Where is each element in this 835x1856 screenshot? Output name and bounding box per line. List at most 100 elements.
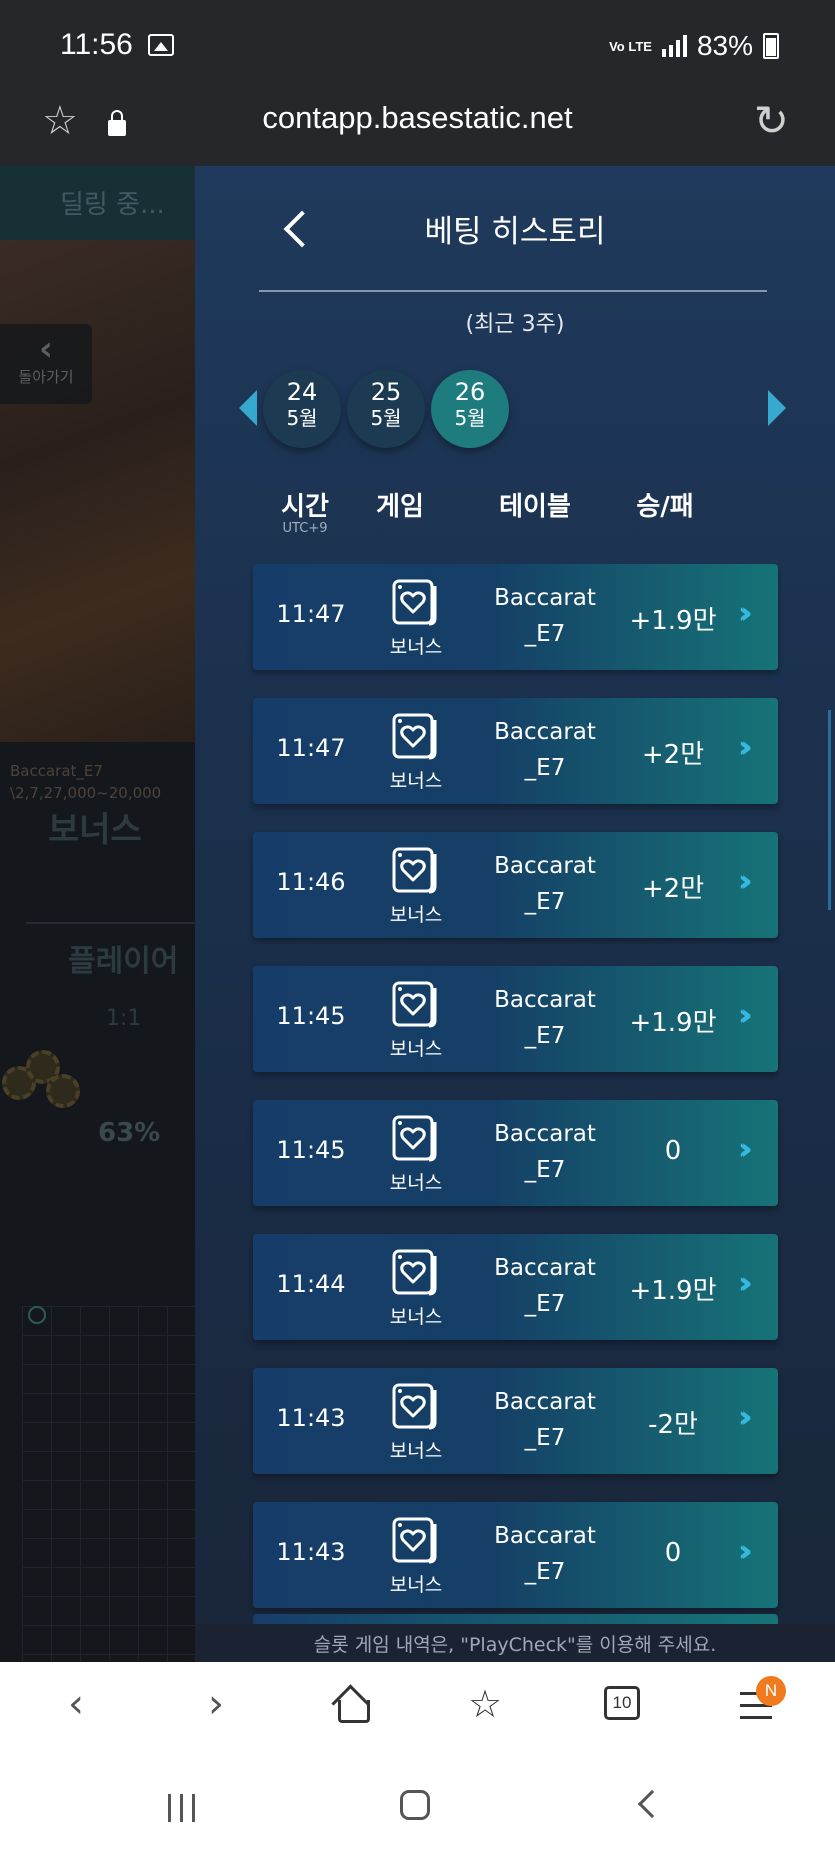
panel-footer-note: 슬롯 게임 내역은, "PlayCheck"를 이용해 주세요. — [195, 1624, 835, 1662]
card-heart-icon — [391, 712, 441, 762]
column-header-result: 승/패 — [636, 492, 694, 522]
bonus-label: 보너스 — [48, 810, 142, 850]
signal-strength-icon — [661, 35, 687, 57]
divider — [26, 922, 195, 924]
history-row[interactable]: 11:43 보너스 Baccarat _E7 -2만 ›› — [253, 1368, 778, 1474]
history-row[interactable]: 11:44 보너스 Baccarat _E7 +1.9만 ›› — [253, 1234, 778, 1340]
dealing-status: 딜링 중... — [60, 190, 165, 220]
history-row[interactable]: 11:45 보너스 Baccarat _E7 0 ›› — [253, 1100, 778, 1206]
date-prev-arrow-icon[interactable] — [239, 390, 257, 426]
row-table: Baccarat _E7 — [475, 1250, 615, 1322]
row-game: 보너스 — [389, 636, 443, 658]
row-result: 0 — [664, 1538, 682, 1568]
row-table-line2: _E7 — [524, 1425, 566, 1451]
row-time: 11:47 — [276, 734, 346, 762]
bookmarks-icon[interactable]: ☆ — [435, 1662, 535, 1746]
row-table-line1: Baccarat — [494, 585, 596, 611]
history-row[interactable]: 11:43 보너스 Baccarat _E7 0 ›› — [253, 1502, 778, 1608]
date-day: 25 — [370, 378, 402, 406]
table-caption-name: Baccarat_E7 — [10, 762, 103, 780]
bet-percent: 63% — [98, 1118, 161, 1148]
double-chevron-right-icon[interactable]: ›› — [738, 1132, 752, 1167]
browser-back-icon[interactable]: ‹ — [26, 1662, 126, 1746]
double-chevron-right-icon[interactable]: ›› — [738, 730, 752, 765]
row-table: Baccarat _E7 — [475, 848, 615, 920]
scrollbar[interactable] — [828, 710, 831, 910]
double-chevron-right-icon[interactable]: ›› — [738, 864, 752, 899]
card-heart-icon — [391, 578, 441, 628]
network-type-icon: Vo LTE — [609, 38, 652, 54]
row-table-line1: Baccarat — [494, 1255, 596, 1281]
chevron-left-icon: ‹ — [38, 329, 53, 369]
card-heart-icon — [391, 1382, 441, 1432]
double-chevron-right-icon[interactable]: ›› — [738, 1400, 752, 1435]
url-text[interactable]: contapp.basestatic.net — [0, 100, 835, 136]
row-result: +1.9만 — [629, 606, 717, 636]
row-table: Baccarat _E7 — [475, 982, 615, 1054]
date-pill-26[interactable]: 26 5월 — [431, 370, 509, 448]
row-time: 11:43 — [276, 1404, 346, 1432]
card-heart-icon — [391, 1516, 441, 1566]
column-header-time: 시간 — [281, 492, 329, 522]
date-day: 26 — [454, 378, 486, 406]
row-table-line2: _E7 — [524, 1157, 566, 1183]
double-chevron-right-icon[interactable]: ›› — [738, 1534, 752, 1569]
status-bar: 11:56 Vo LTE 83% — [0, 0, 835, 96]
double-chevron-right-icon[interactable]: ›› — [738, 1266, 752, 1301]
row-table: Baccarat _E7 — [475, 714, 615, 786]
home-icon[interactable] — [334, 1686, 370, 1723]
chips-icon — [2, 1046, 92, 1116]
system-home-icon[interactable] — [400, 1790, 430, 1820]
row-time: 11:45 — [276, 1002, 346, 1030]
row-time: 11:43 — [276, 1538, 346, 1566]
dealing-status-bar: 딜링 중... — [0, 166, 195, 240]
column-header-game: 게임 — [376, 492, 424, 522]
row-table-line1: Baccarat — [494, 1389, 596, 1415]
background-game-view: 딜링 중... ‹ 돌아가기 Baccarat_E7 \2,7,27,000~2… — [0, 166, 195, 1662]
row-table-line1: Baccarat — [494, 1121, 596, 1147]
status-indicators: Vo LTE 83% — [609, 30, 779, 62]
history-row[interactable]: 11:45 보너스 Baccarat _E7 +1.9만 ›› — [253, 966, 778, 1072]
row-result: +1.9만 — [629, 1276, 717, 1306]
date-next-arrow-icon[interactable] — [768, 390, 786, 426]
row-result: +2만 — [641, 740, 705, 770]
row-table-line1: Baccarat — [494, 853, 596, 879]
reload-icon[interactable]: ↻ — [754, 96, 789, 145]
system-back-icon[interactable] — [637, 1789, 667, 1819]
row-table-line2: _E7 — [524, 755, 566, 781]
history-row[interactable]: 11:47 보너스 Baccarat _E7 +1.9만 ›› — [253, 564, 778, 670]
betting-history-panel: 베팅 히스토리 (최근 3주) 24 5월 25 5월 26 5월 시간 UTC… — [195, 166, 835, 1662]
row-result: -2만 — [648, 1410, 698, 1440]
road-grid — [22, 1306, 195, 1662]
player-label: 플레이어 — [68, 944, 179, 979]
road-marker — [28, 1306, 46, 1324]
url-bar: ☆ contapp.basestatic.net ↻ — [0, 96, 835, 166]
row-table-line2: _E7 — [524, 621, 566, 647]
game-video: ‹ 돌아가기 Baccarat_E7 \2,7,27,000~20,000 — [0, 240, 195, 802]
row-table-line1: Baccarat — [494, 987, 596, 1013]
battery-icon — [763, 33, 779, 59]
system-nav-bar — [0, 1746, 835, 1856]
column-header-table: 테이블 — [499, 492, 571, 522]
card-heart-icon — [391, 1248, 441, 1298]
row-time: 11:46 — [276, 868, 346, 896]
date-pill-25[interactable]: 25 5월 — [347, 370, 425, 448]
row-time: 11:45 — [276, 1136, 346, 1164]
payout-ratio: 1:1 — [106, 1006, 142, 1031]
double-chevron-right-icon[interactable]: ›› — [738, 596, 752, 631]
recents-icon[interactable] — [168, 1794, 198, 1822]
history-row[interactable]: 11:46 보너스 Baccarat _E7 +2만 ›› — [253, 832, 778, 938]
date-pill-24[interactable]: 24 5월 — [263, 370, 341, 448]
row-result: +2만 — [641, 874, 705, 904]
double-chevron-right-icon[interactable]: ›› — [738, 998, 752, 1033]
date-day: 24 — [286, 378, 318, 406]
back-button[interactable]: ‹ 돌아가기 — [0, 324, 92, 404]
table-caption-limits: \2,7,27,000~20,000 — [10, 784, 162, 802]
notification-badge: N — [756, 1676, 786, 1706]
date-month: 5월 — [286, 406, 318, 430]
browser-forward-icon[interactable]: › — [166, 1662, 266, 1746]
tabs-icon[interactable]: 10 — [604, 1686, 640, 1720]
row-table-line2: _E7 — [524, 1023, 566, 1049]
row-game: 보너스 — [389, 1038, 443, 1060]
history-row[interactable]: 11:47 보너스 Baccarat _E7 +2만 ›› — [253, 698, 778, 804]
